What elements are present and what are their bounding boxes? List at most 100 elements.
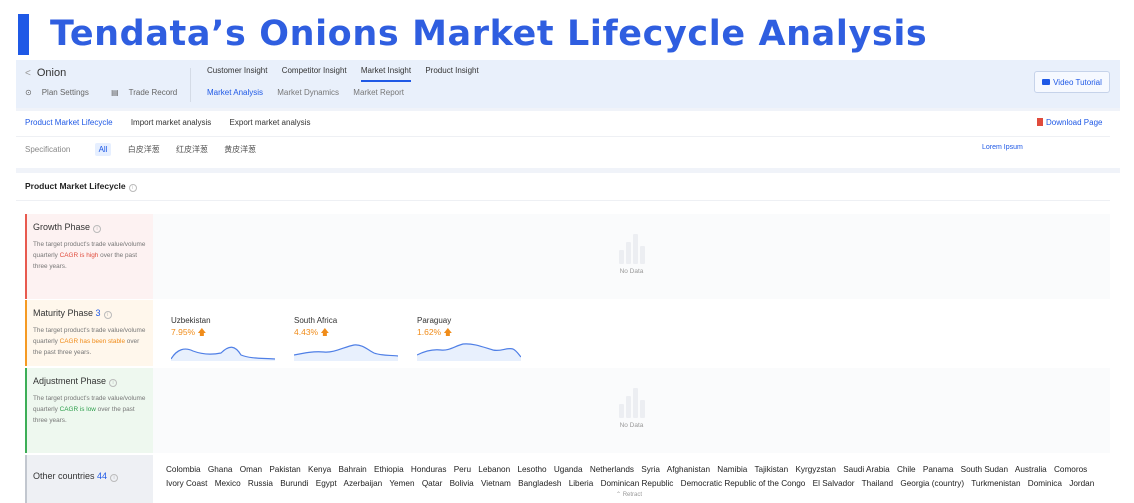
info-icon[interactable]: i (110, 474, 119, 482)
country-item[interactable]: Bahrain (339, 465, 367, 474)
country-item[interactable]: Afghanistan (667, 465, 710, 474)
country-item[interactable]: Burundi (280, 479, 308, 488)
tab-market-report[interactable]: Market Report (353, 88, 404, 97)
growth-phase-description: The target product's trade value/volume … (33, 241, 146, 270)
country-item[interactable]: Dominican Republic (601, 479, 674, 488)
country-item[interactable]: Peru (454, 465, 471, 474)
tab-product-insight[interactable]: Product Insight (425, 66, 478, 80)
country-item[interactable]: Panama (923, 465, 954, 474)
country-item[interactable]: Vietnam (481, 479, 511, 488)
country-item[interactable]: Qatar (422, 479, 442, 488)
main-tabs: Customer Insight Competitor Insight Mark… (207, 66, 491, 82)
spec-option-red-onion[interactable]: 红皮洋葱 (176, 145, 208, 154)
country-item[interactable]: Bangladesh (518, 479, 561, 488)
top-navigation: < Onion ⊙ Plan Settings ▤ Trade Record Cust… (16, 60, 1120, 108)
country-item[interactable]: Australia (1015, 465, 1047, 474)
country-item[interactable]: Pakistan (269, 465, 300, 474)
lifecycle-title: Product Market Lifecycle i (25, 181, 137, 192)
country-item[interactable]: Honduras (411, 465, 447, 474)
info-icon[interactable]: i (128, 184, 137, 192)
adjustment-no-data: No Data (153, 368, 1110, 453)
country-item[interactable]: Comoros (1054, 465, 1087, 474)
plan-settings-link[interactable]: ⊙ Plan Settings (25, 88, 99, 97)
country-item[interactable]: Ethiopia (374, 465, 404, 474)
trend-sparkline (171, 346, 275, 361)
info-icon[interactable]: i (109, 379, 118, 387)
info-icon[interactable]: i (103, 311, 112, 319)
filter-panel: Product Market Lifecycle Import market a… (16, 111, 1120, 168)
arrow-up-icon: 🡅 (443, 327, 453, 337)
country-item[interactable]: Tajikistan (754, 465, 788, 474)
record-icon: ▤ (111, 88, 119, 97)
adjustment-phase-card: Adjustment Phase i The target product's t… (25, 368, 153, 453)
other-countries-title: Other countries 44 i (33, 471, 147, 482)
country-trend-card[interactable]: Uzbekistan 7.95% 🡅 (171, 316, 275, 361)
specification-filter: Specification All 白皮洋葱 红皮洋葱 黄皮洋葱 (25, 143, 270, 156)
country-item[interactable]: Uganda (554, 465, 583, 474)
tab-import-market-analysis[interactable]: Import market analysis (131, 118, 211, 127)
country-item[interactable]: Mexico (215, 479, 241, 488)
country-item[interactable]: Saudi Arabia (843, 465, 889, 474)
country-item[interactable]: Turkmenistan (971, 479, 1020, 488)
country-item[interactable]: El Salvador (813, 479, 855, 488)
chevron-left-icon: < (25, 68, 31, 79)
video-tutorial-button[interactable]: Video Tutorial (1034, 71, 1110, 93)
arrow-up-icon: 🡅 (197, 327, 207, 337)
retract-button[interactable]: ⌃ Retract (616, 491, 642, 498)
country-item[interactable]: Azerbaijan (344, 479, 383, 488)
country-item[interactable]: Ivory Coast (166, 479, 207, 488)
country-item[interactable]: Democratic Republic of the Congo (681, 479, 806, 488)
country-trend-card[interactable]: South Africa 4.43% 🡅 (294, 316, 398, 361)
country-item[interactable]: Kenya (308, 465, 331, 474)
maturity-phase-card: Maturity Phase 3i The target product's t… (25, 300, 153, 366)
tab-market-dynamics[interactable]: Market Dynamics (277, 88, 339, 97)
other-countries-count: 44 (97, 471, 108, 481)
trend-sparkline (294, 344, 398, 361)
country-item[interactable]: Georgia (country) (900, 479, 964, 488)
trend-sparkline (417, 343, 521, 361)
trade-record-link[interactable]: ▤ Trade Record (111, 88, 187, 97)
spec-option-yellow-onion[interactable]: 黄皮洋葱 (224, 145, 256, 154)
download-page-button[interactable]: Download Page (1037, 118, 1102, 127)
maturity-count: 3 (95, 308, 101, 318)
country-item[interactable]: South Sudan (961, 465, 1008, 474)
info-icon[interactable]: i (93, 225, 102, 233)
country-item[interactable]: Lesotho (517, 465, 546, 474)
country-trend-card[interactable]: Paraguay 1.62% 🡅 (417, 316, 521, 361)
country-item[interactable]: Jordan (1069, 479, 1094, 488)
country-item[interactable]: Bolivia (450, 479, 474, 488)
cagr-value: 4.43% 🡅 (294, 327, 330, 337)
country-item[interactable]: Lebanon (478, 465, 510, 474)
country-item[interactable]: Russia (248, 479, 273, 488)
back-button[interactable]: < Onion (25, 67, 66, 79)
growth-phase-card: Growth Phase i The target product's trade… (25, 214, 153, 299)
tab-competitor-insight[interactable]: Competitor Insight (282, 66, 347, 80)
spec-option-white-onion[interactable]: 白皮洋葱 (128, 145, 160, 154)
country-item[interactable]: Kyrgyzstan (795, 465, 836, 474)
tab-customer-insight[interactable]: Customer Insight (207, 66, 267, 80)
country-item[interactable]: Thailand (862, 479, 893, 488)
country-item[interactable]: Egypt (316, 479, 337, 488)
country-item[interactable]: Dominica (1028, 479, 1062, 488)
cagr-value: 1.62% 🡅 (417, 327, 453, 337)
country-item[interactable]: Colombia (166, 465, 201, 474)
country-item[interactable]: Yemen (389, 479, 414, 488)
maturity-phase-title: Maturity Phase 3i (33, 308, 147, 319)
app-window: < Onion ⊙ Plan Settings ▤ Trade Record Cust… (16, 60, 1120, 503)
maturity-phase-description: The target product's trade value/volume … (33, 327, 146, 356)
country-item[interactable]: Liberia (569, 479, 594, 488)
country-item[interactable]: Syria (641, 465, 660, 474)
tab-export-market-analysis[interactable]: Export market analysis (230, 118, 311, 127)
tab-product-market-lifecycle[interactable]: Product Market Lifecycle (25, 118, 113, 127)
sub-tabs: Market Analysis Market Dynamics Market R… (207, 88, 416, 97)
country-item[interactable]: Oman (240, 465, 262, 474)
tab-market-insight[interactable]: Market Insight (360, 66, 412, 82)
country-item[interactable]: Netherlands (590, 465, 634, 474)
empty-chart-icon (612, 234, 652, 264)
country-item[interactable]: Ghana (208, 465, 233, 474)
country-item[interactable]: Chile (897, 465, 916, 474)
spec-option-all[interactable]: All (94, 143, 112, 156)
lorem-text: Lorem Ipsum (982, 144, 1023, 151)
tab-market-analysis[interactable]: Market Analysis (207, 88, 263, 97)
country-item[interactable]: Namibia (717, 465, 747, 474)
